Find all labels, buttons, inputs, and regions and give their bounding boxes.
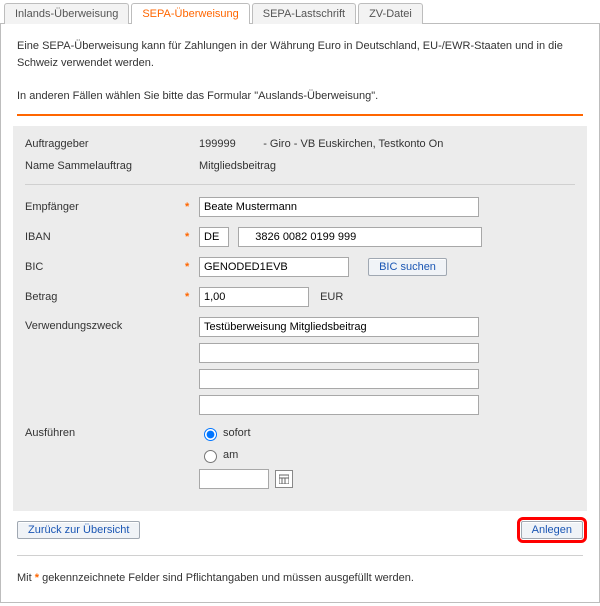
tab-sepa-lastschrift[interactable]: SEPA-Lastschrift — [252, 3, 356, 24]
input-bic[interactable] — [199, 257, 349, 277]
divider-orange — [17, 114, 583, 116]
radio-am-label: am — [223, 449, 238, 461]
back-button[interactable]: Zurück zur Übersicht — [17, 521, 140, 539]
intro-line-2: In anderen Fällen wählen Sie bitte das F… — [17, 88, 583, 105]
calendar-icon[interactable] — [275, 470, 293, 488]
label-sammelauftrag: Name Sammelauftrag — [25, 160, 185, 172]
value-auftraggeber: 199999 - Giro - VB Euskirchen, Testkonto… — [199, 138, 575, 150]
divider-grey-1 — [25, 184, 575, 185]
currency-label: EUR — [320, 291, 343, 303]
input-iban-country[interactable] — [199, 227, 229, 247]
input-vwz-3[interactable] — [199, 369, 479, 389]
input-exec-date[interactable] — [199, 469, 269, 489]
anlegen-button[interactable]: Anlegen — [521, 521, 583, 539]
intro-line-1: Eine SEPA-Überweisung kann für Zahlungen… — [17, 38, 583, 71]
label-empfaenger: Empfänger — [25, 201, 185, 213]
tab-sepa-ueberweisung[interactable]: SEPA-Überweisung — [131, 3, 249, 24]
tab-inlands-ueberweisung[interactable]: Inlands-Überweisung — [4, 3, 129, 24]
radio-am[interactable] — [204, 450, 217, 463]
radio-sofort[interactable] — [204, 428, 217, 441]
required-note: Mit * gekennzeichnete Felder sind Pflich… — [17, 568, 583, 588]
bic-search-button[interactable]: BIC suchen — [368, 258, 447, 276]
label-ausfuehren: Ausführen — [25, 425, 185, 439]
required-bic: * — [185, 261, 199, 273]
required-iban: * — [185, 231, 199, 243]
required-betrag: * — [185, 291, 199, 303]
required-empfaenger: * — [185, 201, 199, 213]
input-empfaenger[interactable] — [199, 197, 479, 217]
tab-zv-datei[interactable]: ZV-Datei — [358, 3, 423, 24]
input-vwz-2[interactable] — [199, 343, 479, 363]
input-betrag[interactable] — [199, 287, 309, 307]
input-vwz-4[interactable] — [199, 395, 479, 415]
label-betrag: Betrag — [25, 291, 185, 303]
input-vwz-1[interactable] — [199, 317, 479, 337]
label-bic: BIC — [25, 261, 185, 273]
divider-grey-2 — [17, 555, 583, 556]
value-sammelauftrag: Mitgliedsbeitrag — [199, 160, 575, 172]
label-auftraggeber: Auftraggeber — [25, 138, 185, 150]
input-iban-number[interactable] — [238, 227, 482, 247]
label-iban: IBAN — [25, 231, 185, 243]
label-vwz: Verwendungszweck — [25, 317, 185, 332]
radio-sofort-label: sofort — [223, 427, 251, 439]
